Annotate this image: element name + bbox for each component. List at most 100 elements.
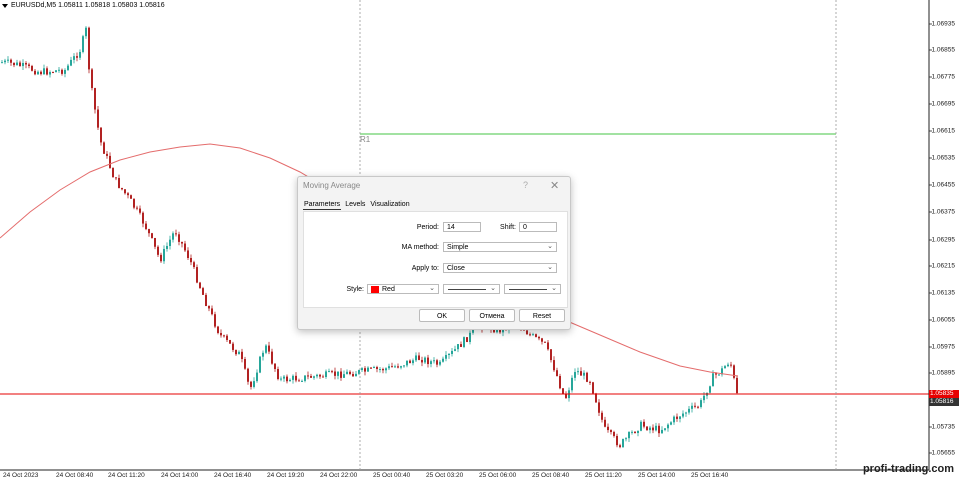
candle-body bbox=[190, 258, 192, 263]
candle-body bbox=[724, 366, 726, 369]
help-icon[interactable]: ? bbox=[523, 180, 528, 190]
candle-body bbox=[370, 367, 372, 369]
candle-body bbox=[556, 370, 558, 377]
candle-body bbox=[79, 51, 81, 58]
symbol-header[interactable]: EURUSDd,M5 1.05811 1.05818 1.05803 1.058… bbox=[2, 2, 165, 9]
line-width-select[interactable]: ⌄ bbox=[504, 284, 561, 294]
apply-to-select[interactable]: Close ⌄ bbox=[443, 263, 557, 273]
candle-body bbox=[625, 438, 627, 440]
candle-body bbox=[718, 374, 720, 376]
candle-body bbox=[652, 427, 654, 431]
time-tick-label: 24 Oct 22:00 bbox=[320, 472, 358, 479]
candle-body bbox=[538, 336, 540, 339]
candle-body bbox=[160, 254, 162, 262]
candle-body bbox=[172, 233, 174, 240]
reset-button[interactable]: Reset bbox=[519, 309, 565, 322]
candle-body bbox=[700, 400, 702, 407]
candle-body bbox=[610, 430, 612, 433]
candle-body bbox=[688, 408, 690, 413]
candle-body bbox=[139, 208, 141, 213]
price-tick-label: 1.06935 bbox=[931, 20, 956, 28]
candle-body bbox=[115, 177, 117, 179]
candle-body bbox=[247, 368, 249, 382]
candle-body bbox=[460, 344, 462, 347]
candle-body bbox=[664, 428, 666, 430]
candle-body bbox=[61, 69, 63, 74]
candle-body bbox=[52, 72, 54, 74]
candle-body bbox=[571, 377, 573, 391]
candle-body bbox=[433, 360, 435, 362]
candle-body bbox=[616, 435, 618, 446]
candle-body bbox=[604, 419, 606, 427]
candle-body bbox=[157, 246, 159, 255]
candle-body bbox=[34, 70, 36, 75]
tab-visualization[interactable]: Visualization bbox=[369, 200, 410, 210]
candle-body bbox=[253, 381, 255, 387]
candle-body bbox=[13, 62, 15, 66]
candle-body bbox=[49, 72, 51, 75]
candle-body bbox=[337, 371, 339, 376]
time-tick-label: 25 Oct 08:40 bbox=[532, 472, 570, 479]
candle-body bbox=[622, 438, 624, 448]
candle-body bbox=[283, 376, 285, 379]
color-select[interactable]: Red ⌄ bbox=[367, 284, 439, 294]
candle-body bbox=[457, 344, 459, 350]
shift-input[interactable]: 0 bbox=[519, 222, 557, 232]
candle-body bbox=[601, 412, 603, 420]
tab-levels[interactable]: Levels bbox=[344, 200, 366, 210]
candle-body bbox=[232, 343, 234, 350]
moving-average-dialog[interactable]: Moving Average ? ✕ Parameters Levels Vis… bbox=[297, 176, 571, 330]
period-input[interactable]: 14 bbox=[443, 222, 481, 232]
candle-body bbox=[394, 366, 396, 368]
cancel-button[interactable]: Отмена bbox=[469, 309, 515, 322]
candle-body bbox=[37, 71, 39, 75]
parameters-panel: Period: 14 Shift: 0 MA method: Simple ⌄ … bbox=[303, 211, 568, 308]
line-width-icon bbox=[509, 289, 547, 290]
candle-body bbox=[379, 369, 381, 371]
candle-body bbox=[730, 364, 732, 366]
candle-body bbox=[670, 422, 672, 425]
candle-body bbox=[667, 424, 669, 429]
candle-body bbox=[196, 267, 198, 283]
candle-body bbox=[109, 155, 111, 168]
candle-body bbox=[727, 364, 729, 367]
dropdown-arrow-icon[interactable] bbox=[2, 3, 8, 8]
candle-body bbox=[448, 353, 450, 356]
candle-body bbox=[82, 36, 84, 52]
ok-button[interactable]: OK bbox=[419, 309, 465, 322]
line-style-select[interactable]: ⌄ bbox=[443, 284, 500, 294]
candle-body bbox=[574, 372, 576, 378]
candle-body bbox=[343, 374, 345, 378]
candle-body bbox=[469, 332, 471, 342]
candle-body bbox=[268, 345, 270, 352]
candle-body bbox=[133, 198, 135, 208]
candle-body bbox=[55, 70, 57, 73]
candle-body bbox=[676, 416, 678, 419]
candle-body bbox=[403, 365, 405, 367]
candle-body bbox=[205, 294, 207, 307]
candle-body bbox=[64, 69, 66, 74]
candle-body bbox=[76, 56, 78, 58]
candle-body bbox=[643, 421, 645, 427]
tab-parameters[interactable]: Parameters bbox=[303, 200, 342, 210]
candle-body bbox=[103, 142, 105, 154]
candle-body bbox=[301, 380, 303, 382]
ma-method-label: MA method: bbox=[401, 244, 439, 251]
close-icon[interactable]: ✕ bbox=[550, 179, 559, 192]
candle-body bbox=[589, 381, 591, 383]
candle-body bbox=[169, 239, 171, 246]
style-label: Style: bbox=[346, 286, 364, 293]
candle-body bbox=[244, 359, 246, 369]
candle-body bbox=[649, 427, 651, 431]
candle-body bbox=[346, 371, 348, 375]
candle-body bbox=[130, 195, 132, 199]
ma-method-select[interactable]: Simple ⌄ bbox=[443, 242, 557, 252]
candle-body bbox=[112, 167, 114, 178]
candle-body bbox=[175, 233, 177, 235]
time-tick-label: 25 Oct 00:40 bbox=[373, 472, 411, 479]
candle-body bbox=[235, 349, 237, 355]
candle-body bbox=[409, 360, 411, 364]
price-tick-label: 1.06375 bbox=[931, 208, 956, 216]
candle-body bbox=[322, 376, 324, 378]
candle-body bbox=[310, 375, 312, 378]
